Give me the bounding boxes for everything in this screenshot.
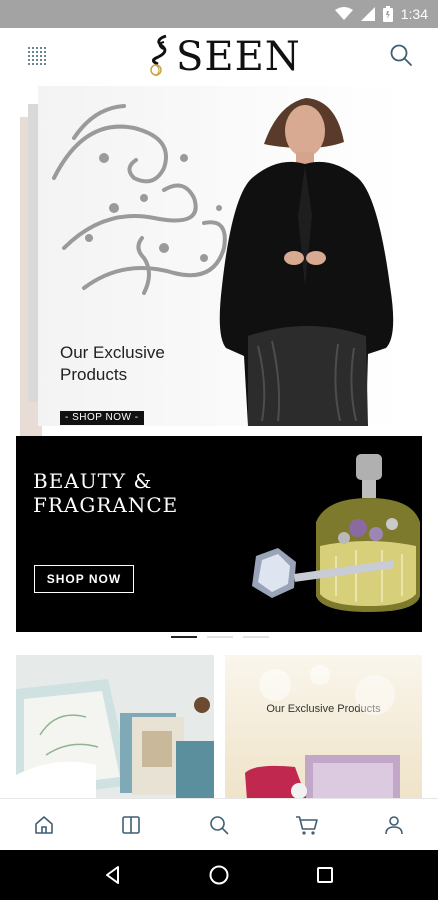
system-home-button[interactable] — [199, 855, 239, 895]
logo-mark-icon — [150, 34, 167, 77]
hero-shop-now-button[interactable]: - SHOP NOW - — [60, 411, 144, 425]
beauty-title: BEAUTY & FRAGRANCE — [33, 469, 178, 517]
back-triangle-icon — [106, 866, 119, 884]
nav-cart[interactable] — [287, 805, 327, 845]
status-bar: 1:34 — [0, 0, 438, 28]
battery-icon — [382, 6, 393, 22]
perfume-bottle-image — [252, 454, 420, 612]
wifi-icon — [334, 7, 353, 20]
hero-caption-line1: Our Exclusive — [60, 343, 165, 362]
beauty-shop-now-button[interactable]: SHOP NOW — [34, 565, 134, 593]
recents-square-icon — [317, 867, 333, 883]
nav-home[interactable] — [24, 805, 64, 845]
gift-box-image — [16, 655, 214, 800]
exclusive-products-tile[interactable]: Our Exclusive Products — [225, 655, 422, 800]
pager-dot-active[interactable] — [171, 636, 197, 638]
system-recents-button[interactable] — [305, 855, 345, 895]
swirl-ornament-image — [52, 104, 227, 295]
nav-search[interactable] — [199, 805, 239, 845]
hero-caption: Our Exclusive Products — [60, 342, 210, 386]
beauty-title-line2: FRAGRANCE — [33, 493, 179, 517]
status-time: 1:34 — [400, 6, 428, 22]
brand-logo[interactable]: SEEN — [146, 32, 301, 82]
search-icon[interactable] — [388, 42, 414, 68]
hero-carousel[interactable]: Our Exclusive Products - SHOP NOW - — [14, 86, 404, 467]
logo-text: SEEN — [176, 34, 301, 80]
home-icon — [34, 815, 53, 834]
catalog-icon — [122, 815, 141, 834]
cart-icon — [295, 815, 318, 835]
search-icon — [210, 815, 229, 834]
signal-icon — [360, 7, 375, 21]
system-back-button[interactable] — [93, 855, 133, 895]
app-header: SEEN — [0, 28, 438, 86]
pager-dot[interactable] — [207, 636, 233, 638]
bottom-navigation — [0, 798, 438, 850]
nav-account[interactable] — [374, 805, 414, 845]
app-screen: 1:34 SEEN Our Exclusive Products - SHOP … — [0, 0, 438, 900]
carousel-pager — [171, 636, 269, 638]
model-abaya-image — [219, 98, 394, 426]
gift-set-tile[interactable] — [16, 655, 214, 800]
beauty-title-line1: BEAUTY & — [33, 469, 153, 493]
pager-dot[interactable] — [243, 636, 269, 638]
beauty-fragrance-banner[interactable]: BEAUTY & FRAGRANCE SHOP NOW — [16, 436, 422, 632]
system-navigation-bar — [0, 850, 438, 900]
hero-banner[interactable]: Our Exclusive Products - SHOP NOW - — [38, 86, 404, 426]
nav-catalog[interactable] — [111, 805, 151, 845]
menu-grid-icon[interactable] — [26, 45, 48, 67]
account-icon — [385, 815, 403, 834]
home-circle-icon — [209, 865, 229, 885]
cosmetics-image — [245, 665, 400, 800]
hero-caption-line2: Products — [60, 365, 128, 384]
